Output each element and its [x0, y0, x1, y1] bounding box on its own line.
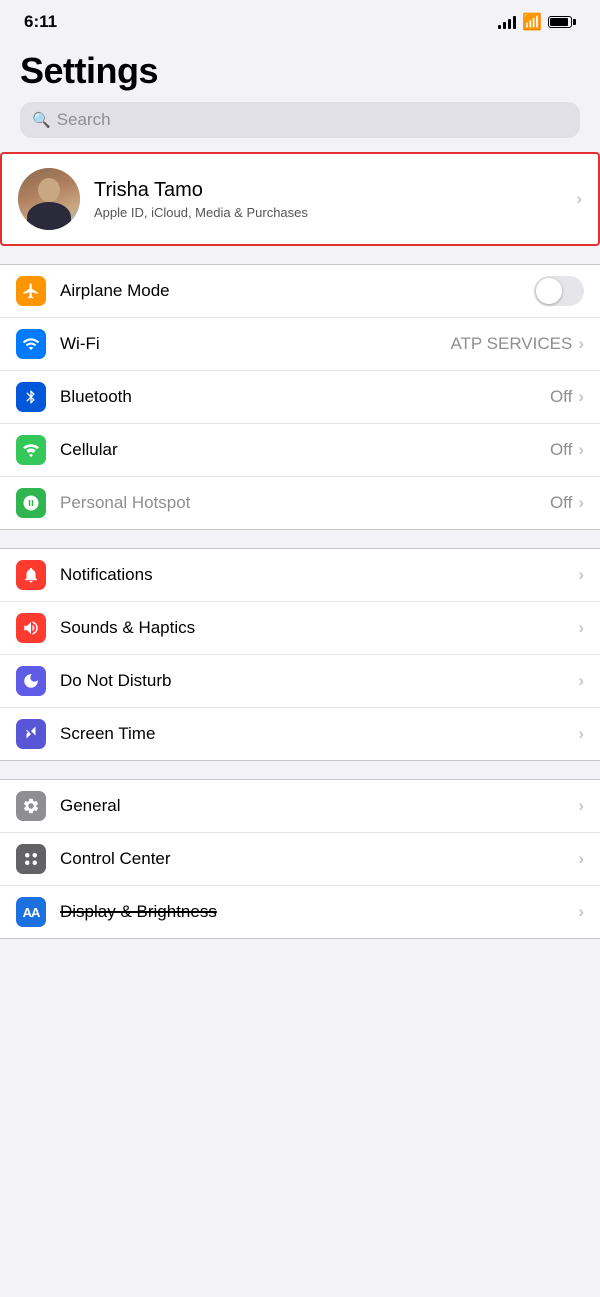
hotspot-row[interactable]: Personal Hotspot Off › — [0, 477, 600, 529]
profile-subtitle: Apple ID, iCloud, Media & Purchases — [94, 205, 576, 220]
screen-time-row[interactable]: Screen Time › — [0, 708, 600, 760]
notifications-icon — [16, 560, 46, 590]
bluetooth-label: Bluetooth — [60, 387, 550, 407]
cellular-row[interactable]: Cellular Off › — [0, 424, 600, 477]
profile-name: Trisha Tamo — [94, 179, 576, 202]
control-center-chevron: › — [578, 849, 584, 869]
sounds-icon — [16, 613, 46, 643]
profile-info: Trisha Tamo Apple ID, iCloud, Media & Pu… — [94, 179, 576, 220]
page-title: Settings — [20, 50, 580, 92]
sounds-chevron: › — [578, 618, 584, 638]
cellular-value: Off — [550, 440, 572, 460]
page-title-section: Settings — [0, 40, 600, 102]
sounds-row[interactable]: Sounds & Haptics › — [0, 602, 600, 655]
search-bar-container: 🔍 Search — [0, 102, 600, 152]
notifications-section: Notifications › Sounds & Haptics › Do No… — [0, 548, 600, 761]
search-bar[interactable]: 🔍 Search — [20, 102, 580, 138]
airplane-mode-icon — [16, 276, 46, 306]
general-label: General — [60, 796, 578, 816]
do-not-disturb-row[interactable]: Do Not Disturb › — [0, 655, 600, 708]
signal-icon — [498, 15, 516, 29]
do-not-disturb-icon — [16, 666, 46, 696]
control-center-label: Control Center — [60, 849, 578, 869]
cellular-chevron: › — [578, 440, 584, 460]
bluetooth-icon — [16, 382, 46, 412]
wifi-icon: 📶 — [522, 12, 542, 32]
search-placeholder: Search — [57, 110, 111, 130]
display-icon: AA — [16, 897, 46, 927]
display-chevron: › — [578, 902, 584, 922]
control-center-icon — [16, 844, 46, 874]
notifications-row[interactable]: Notifications › — [0, 549, 600, 602]
profile-chevron: › — [576, 189, 582, 209]
wifi-chevron: › — [578, 334, 584, 354]
wifi-settings-icon — [16, 329, 46, 359]
battery-icon — [548, 16, 576, 28]
wifi-label: Wi-Fi — [60, 334, 450, 354]
search-icon: 🔍 — [32, 111, 51, 129]
general-section: General › Control Center › AA Display & … — [0, 779, 600, 939]
airplane-mode-label: Airplane Mode — [60, 281, 534, 301]
status-bar: 6:11 📶 — [0, 0, 600, 40]
status-time: 6:11 — [24, 12, 57, 32]
avatar — [18, 168, 80, 230]
do-not-disturb-chevron: › — [578, 671, 584, 691]
hotspot-label: Personal Hotspot — [60, 493, 550, 513]
wifi-value: ATP SERVICES — [450, 334, 572, 354]
cellular-label: Cellular — [60, 440, 550, 460]
general-row[interactable]: General › — [0, 780, 600, 833]
control-center-row[interactable]: Control Center › — [0, 833, 600, 886]
connectivity-section: Airplane Mode Wi-Fi ATP SERVICES › Bluet… — [0, 264, 600, 530]
sounds-label: Sounds & Haptics — [60, 618, 578, 638]
notifications-label: Notifications — [60, 565, 578, 585]
display-label: Display & Brightness — [60, 902, 578, 922]
screen-time-icon — [16, 719, 46, 749]
screen-time-label: Screen Time — [60, 724, 578, 744]
airplane-mode-row[interactable]: Airplane Mode — [0, 265, 600, 318]
profile-row[interactable]: Trisha Tamo Apple ID, iCloud, Media & Pu… — [0, 152, 600, 246]
airplane-mode-toggle[interactable] — [534, 276, 584, 306]
hotspot-chevron: › — [578, 493, 584, 513]
do-not-disturb-label: Do Not Disturb — [60, 671, 578, 691]
status-icons: 📶 — [498, 12, 576, 32]
bluetooth-value: Off — [550, 387, 572, 407]
display-row[interactable]: AA Display & Brightness › — [0, 886, 600, 938]
general-chevron: › — [578, 796, 584, 816]
hotspot-value: Off — [550, 493, 572, 513]
cellular-icon — [16, 435, 46, 465]
bluetooth-chevron: › — [578, 387, 584, 407]
notifications-chevron: › — [578, 565, 584, 585]
wifi-row[interactable]: Wi-Fi ATP SERVICES › — [0, 318, 600, 371]
bluetooth-row[interactable]: Bluetooth Off › — [0, 371, 600, 424]
screen-time-chevron: › — [578, 724, 584, 744]
general-icon — [16, 791, 46, 821]
hotspot-icon — [16, 488, 46, 518]
